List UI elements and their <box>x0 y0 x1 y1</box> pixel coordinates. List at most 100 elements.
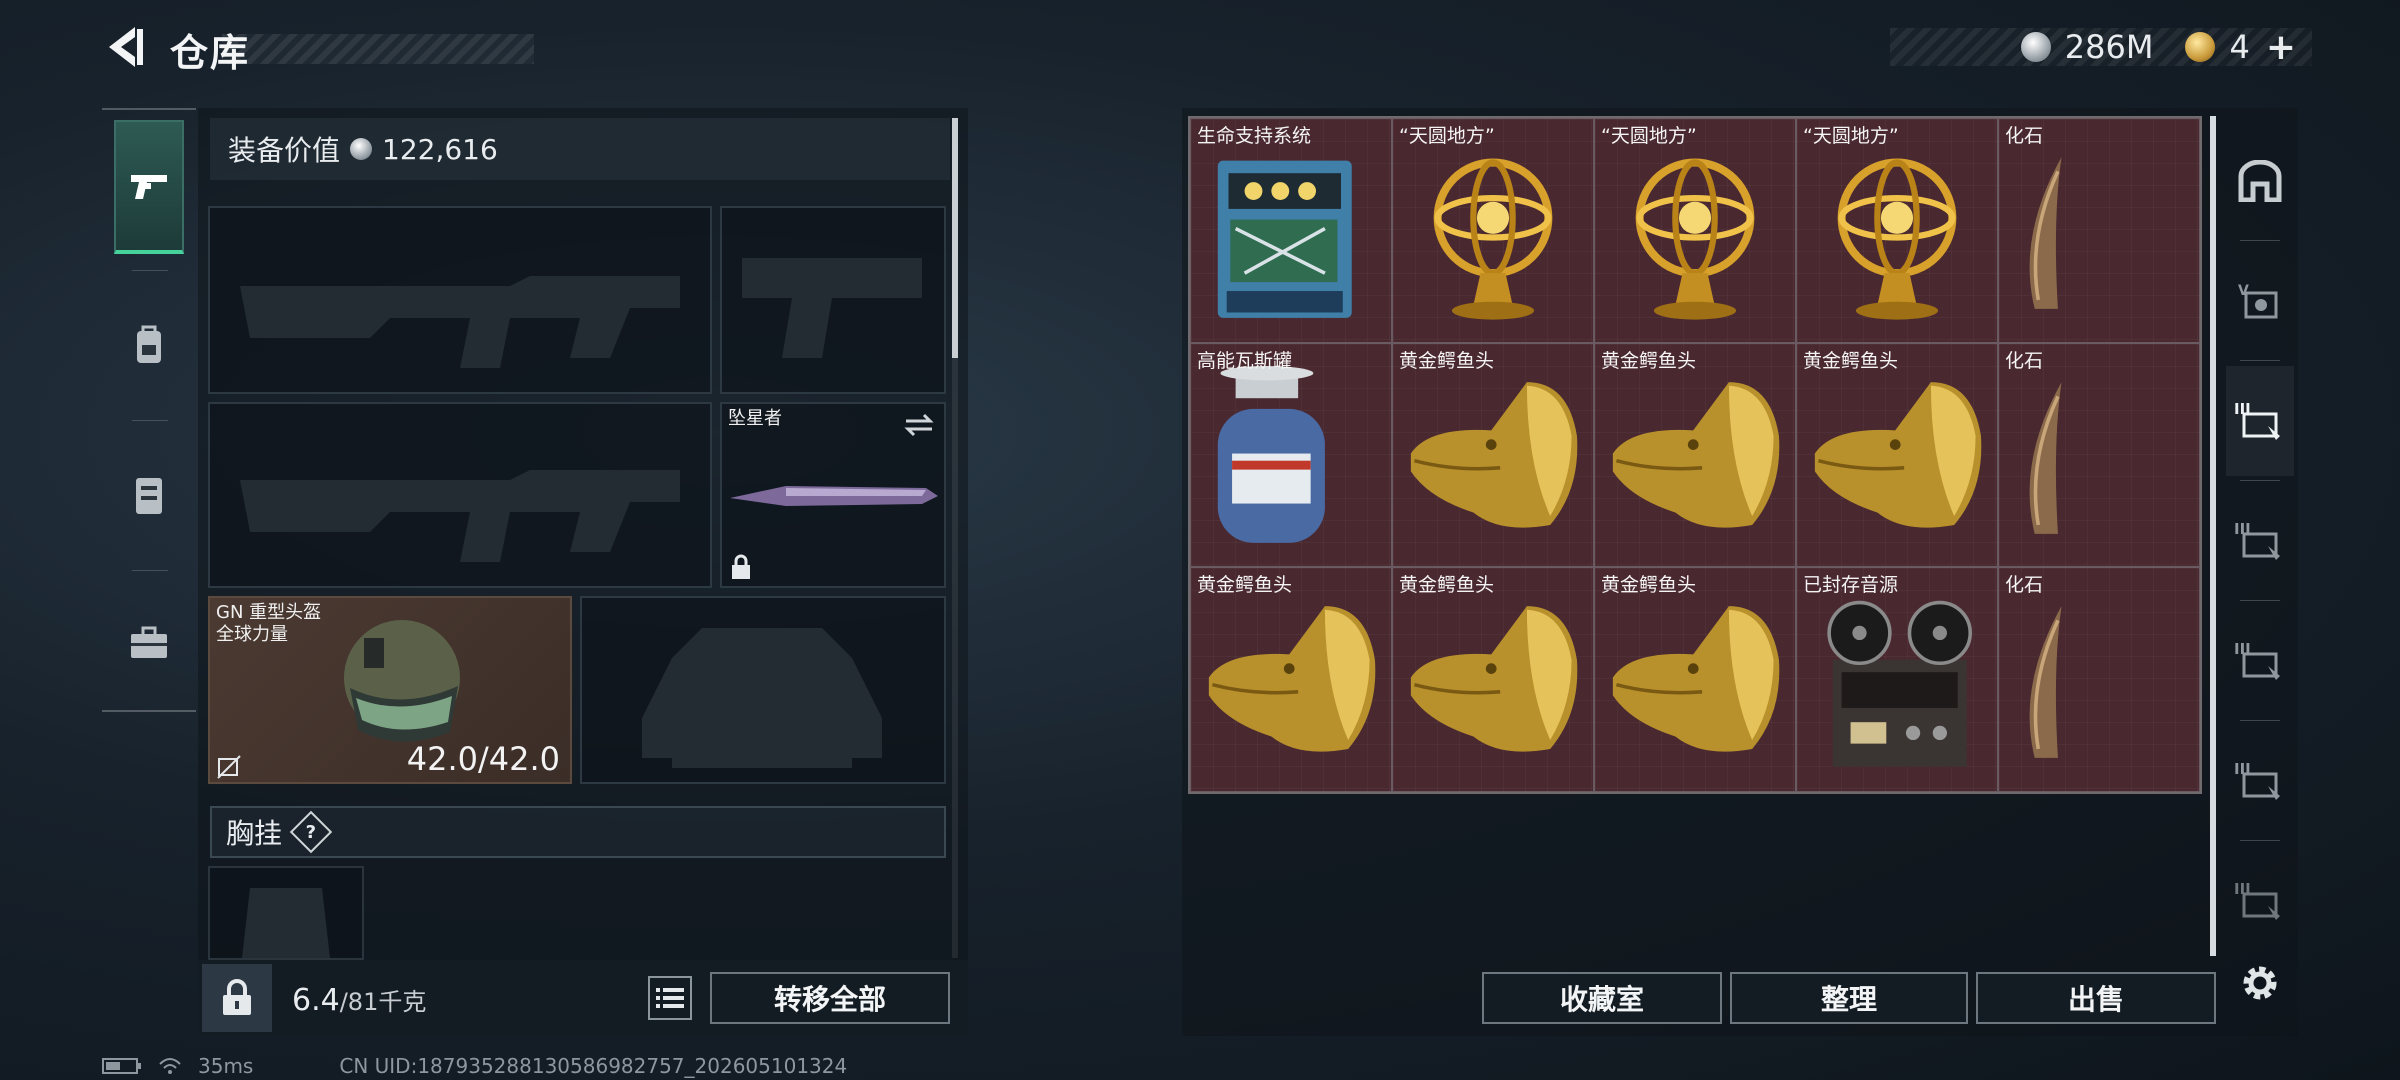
fossil-claw-icon <box>2029 606 2062 759</box>
ping-value: 35ms <box>198 1054 254 1078</box>
transfer-all-button[interactable]: 转移全部 <box>710 972 950 1024</box>
vest-icon <box>136 478 162 514</box>
tab-stash-3-active[interactable]: III <box>2226 366 2294 476</box>
stash-item[interactable]: “天圆地方” <box>1796 118 1998 343</box>
toolbox-icon <box>131 626 167 658</box>
stash-item-label: “天圆地方” <box>1601 125 1697 147</box>
nav-vest[interactable] <box>114 428 184 562</box>
helmet-slot[interactable]: GN 重型头盔 全球力量 42.0/42.0 <box>208 596 572 784</box>
gold-crocodile-head-icon <box>1814 381 1982 528</box>
silver-amount: 286M <box>2064 28 2154 66</box>
stash-tabs: V III III III III III <box>2226 116 2294 1016</box>
secondary-weapon-slot[interactable] <box>208 402 712 588</box>
stash-item[interactable]: 化石 <box>1998 118 2200 343</box>
pistol-icon <box>131 175 167 199</box>
knife-icon <box>730 486 938 506</box>
equipment-value-amount: 122,616 <box>382 132 498 166</box>
stash-item-label: 黄金鳄鱼头 <box>1601 349 1697 372</box>
stash-item-label: 高能瓦斯罐 <box>1197 349 1293 372</box>
title-decoration <box>222 34 534 64</box>
tab-stash-overview[interactable] <box>2226 126 2294 236</box>
tab-stash-4[interactable]: III <box>2226 486 2294 596</box>
gas-canister-icon <box>1217 365 1325 543</box>
padlock-icon <box>223 979 251 1015</box>
stash-item[interactable]: “天圆地方” <box>1594 118 1796 343</box>
lock-button[interactable] <box>202 964 272 1032</box>
stash-tab-icon: III <box>2234 400 2280 440</box>
swap-icon[interactable] <box>902 412 936 438</box>
gold-crocodile-head-icon <box>1410 381 1578 528</box>
stash-item-label: 黄金鳄鱼头 <box>1399 349 1495 372</box>
lock-icon <box>732 554 750 579</box>
list-view-button[interactable] <box>648 976 692 1020</box>
melee-slot[interactable]: 坠星者 <box>720 402 946 588</box>
tab-stash-5[interactable]: III <box>2226 606 2294 716</box>
stash-item[interactable]: 黄金鳄鱼头 <box>1796 342 1998 568</box>
tab-stash-6[interactable]: III <box>2226 726 2294 836</box>
sidearm-slot[interactable] <box>720 206 946 394</box>
gold-crocodile-head-icon <box>1410 606 1578 752</box>
stash-item[interactable]: 黄金鳄鱼头 <box>1392 567 1594 792</box>
body-armor-slot[interactable] <box>580 596 946 784</box>
stash-item[interactable]: 生命支持系统 <box>1190 118 1392 343</box>
wifi-icon <box>159 1058 181 1074</box>
stash-item-label: 已封存音源 <box>1803 574 1899 597</box>
stash-item[interactable]: 化石 <box>1998 567 2200 792</box>
gold-armillary-sphere-icon <box>1433 158 1553 320</box>
chest-rig-header: 胸挂 ? <box>210 806 946 858</box>
gold-crocodile-head-icon <box>1612 381 1780 528</box>
stash-scrollbar-thumb[interactable] <box>2210 116 2216 956</box>
chest-rig-slot[interactable] <box>208 866 364 960</box>
nav-backpack[interactable] <box>114 278 184 412</box>
life-support-system-icon <box>1217 160 1352 318</box>
stash-item[interactable]: 黄金鳄鱼头 <box>1392 342 1594 568</box>
fossil-claw-icon <box>2029 381 2062 534</box>
stash-tab-icon: III <box>2234 880 2280 920</box>
chest-rig-silhouette-icon <box>242 888 330 958</box>
collection-room-button[interactable]: 收藏室 <box>1482 972 1722 1024</box>
stash-tab-icon: III <box>2234 520 2280 560</box>
stash-item[interactable]: 黄金鳄鱼头 <box>1190 567 1392 792</box>
backpack-icon <box>137 325 161 363</box>
equipment-value-label: 装备价值 <box>228 134 341 167</box>
stash-item[interactable]: 黄金鳄鱼头 <box>1594 342 1796 568</box>
rifle-silhouette-icon <box>240 470 680 562</box>
stash-item[interactable]: 已封存音源 <box>1796 567 1998 792</box>
sort-button[interactable]: 整理 <box>1730 972 1968 1024</box>
nav-weapons[interactable] <box>114 120 184 254</box>
currency-bar: 286M 4 + <box>1890 27 2312 68</box>
insured-off-icon <box>217 755 241 779</box>
stash-item-label: 化石 <box>2005 349 2044 372</box>
tab-stash-vip[interactable]: V <box>2226 246 2294 356</box>
back-button[interactable] <box>100 22 150 72</box>
stash-item[interactable]: 黄金鳄鱼头 <box>1594 567 1796 792</box>
gold-armillary-sphere-icon <box>1837 158 1957 320</box>
stash-tab-icon: III <box>2234 760 2280 800</box>
silver-coin-icon <box>2020 32 2051 62</box>
gold-crocodile-head-icon <box>1208 606 1376 752</box>
sell-button[interactable]: 出售 <box>1976 972 2216 1024</box>
stash-item[interactable]: 化石 <box>1998 342 2200 568</box>
stash-tab-icon: III <box>2234 640 2280 680</box>
stash-item[interactable]: “天圆地方” <box>1392 118 1594 343</box>
help-button[interactable]: ? <box>289 810 333 854</box>
list-icon <box>656 988 684 1008</box>
fossil-claw-icon <box>2029 157 2062 309</box>
gold-crocodile-head-icon <box>1612 606 1780 752</box>
primary-weapon-slot[interactable] <box>208 206 712 394</box>
add-currency-button[interactable]: + <box>2266 27 2296 68</box>
status-line: 35ms CN UID:187935288130586982757_202605… <box>102 1054 847 1078</box>
reel-tape-recorder-icon <box>1827 601 1972 768</box>
gold-amount: 4 <box>2229 28 2250 66</box>
equipment-scrollbar-thumb[interactable] <box>952 118 958 358</box>
helmet-name-line1: GN 重型头盔 <box>216 602 322 623</box>
stash-grid: 生命支持系统 “天圆地方” “天圆地方” “天圆地方” 化石 高能瓦斯罐 黄金鳄鱼头 黄金鳄鱼… <box>1188 116 2202 794</box>
stash-item-label: 黄金鳄鱼头 <box>1601 574 1697 597</box>
settings-button[interactable] <box>2226 928 2294 1038</box>
stash-item[interactable]: 高能瓦斯罐 <box>1190 342 1392 568</box>
stash-item-label: 黄金鳄鱼头 <box>1197 574 1293 597</box>
nav-medical[interactable] <box>114 576 184 710</box>
gold-armillary-sphere-icon <box>1635 158 1755 320</box>
gear-icon <box>2243 966 2277 1000</box>
battery-icon <box>102 1058 141 1074</box>
